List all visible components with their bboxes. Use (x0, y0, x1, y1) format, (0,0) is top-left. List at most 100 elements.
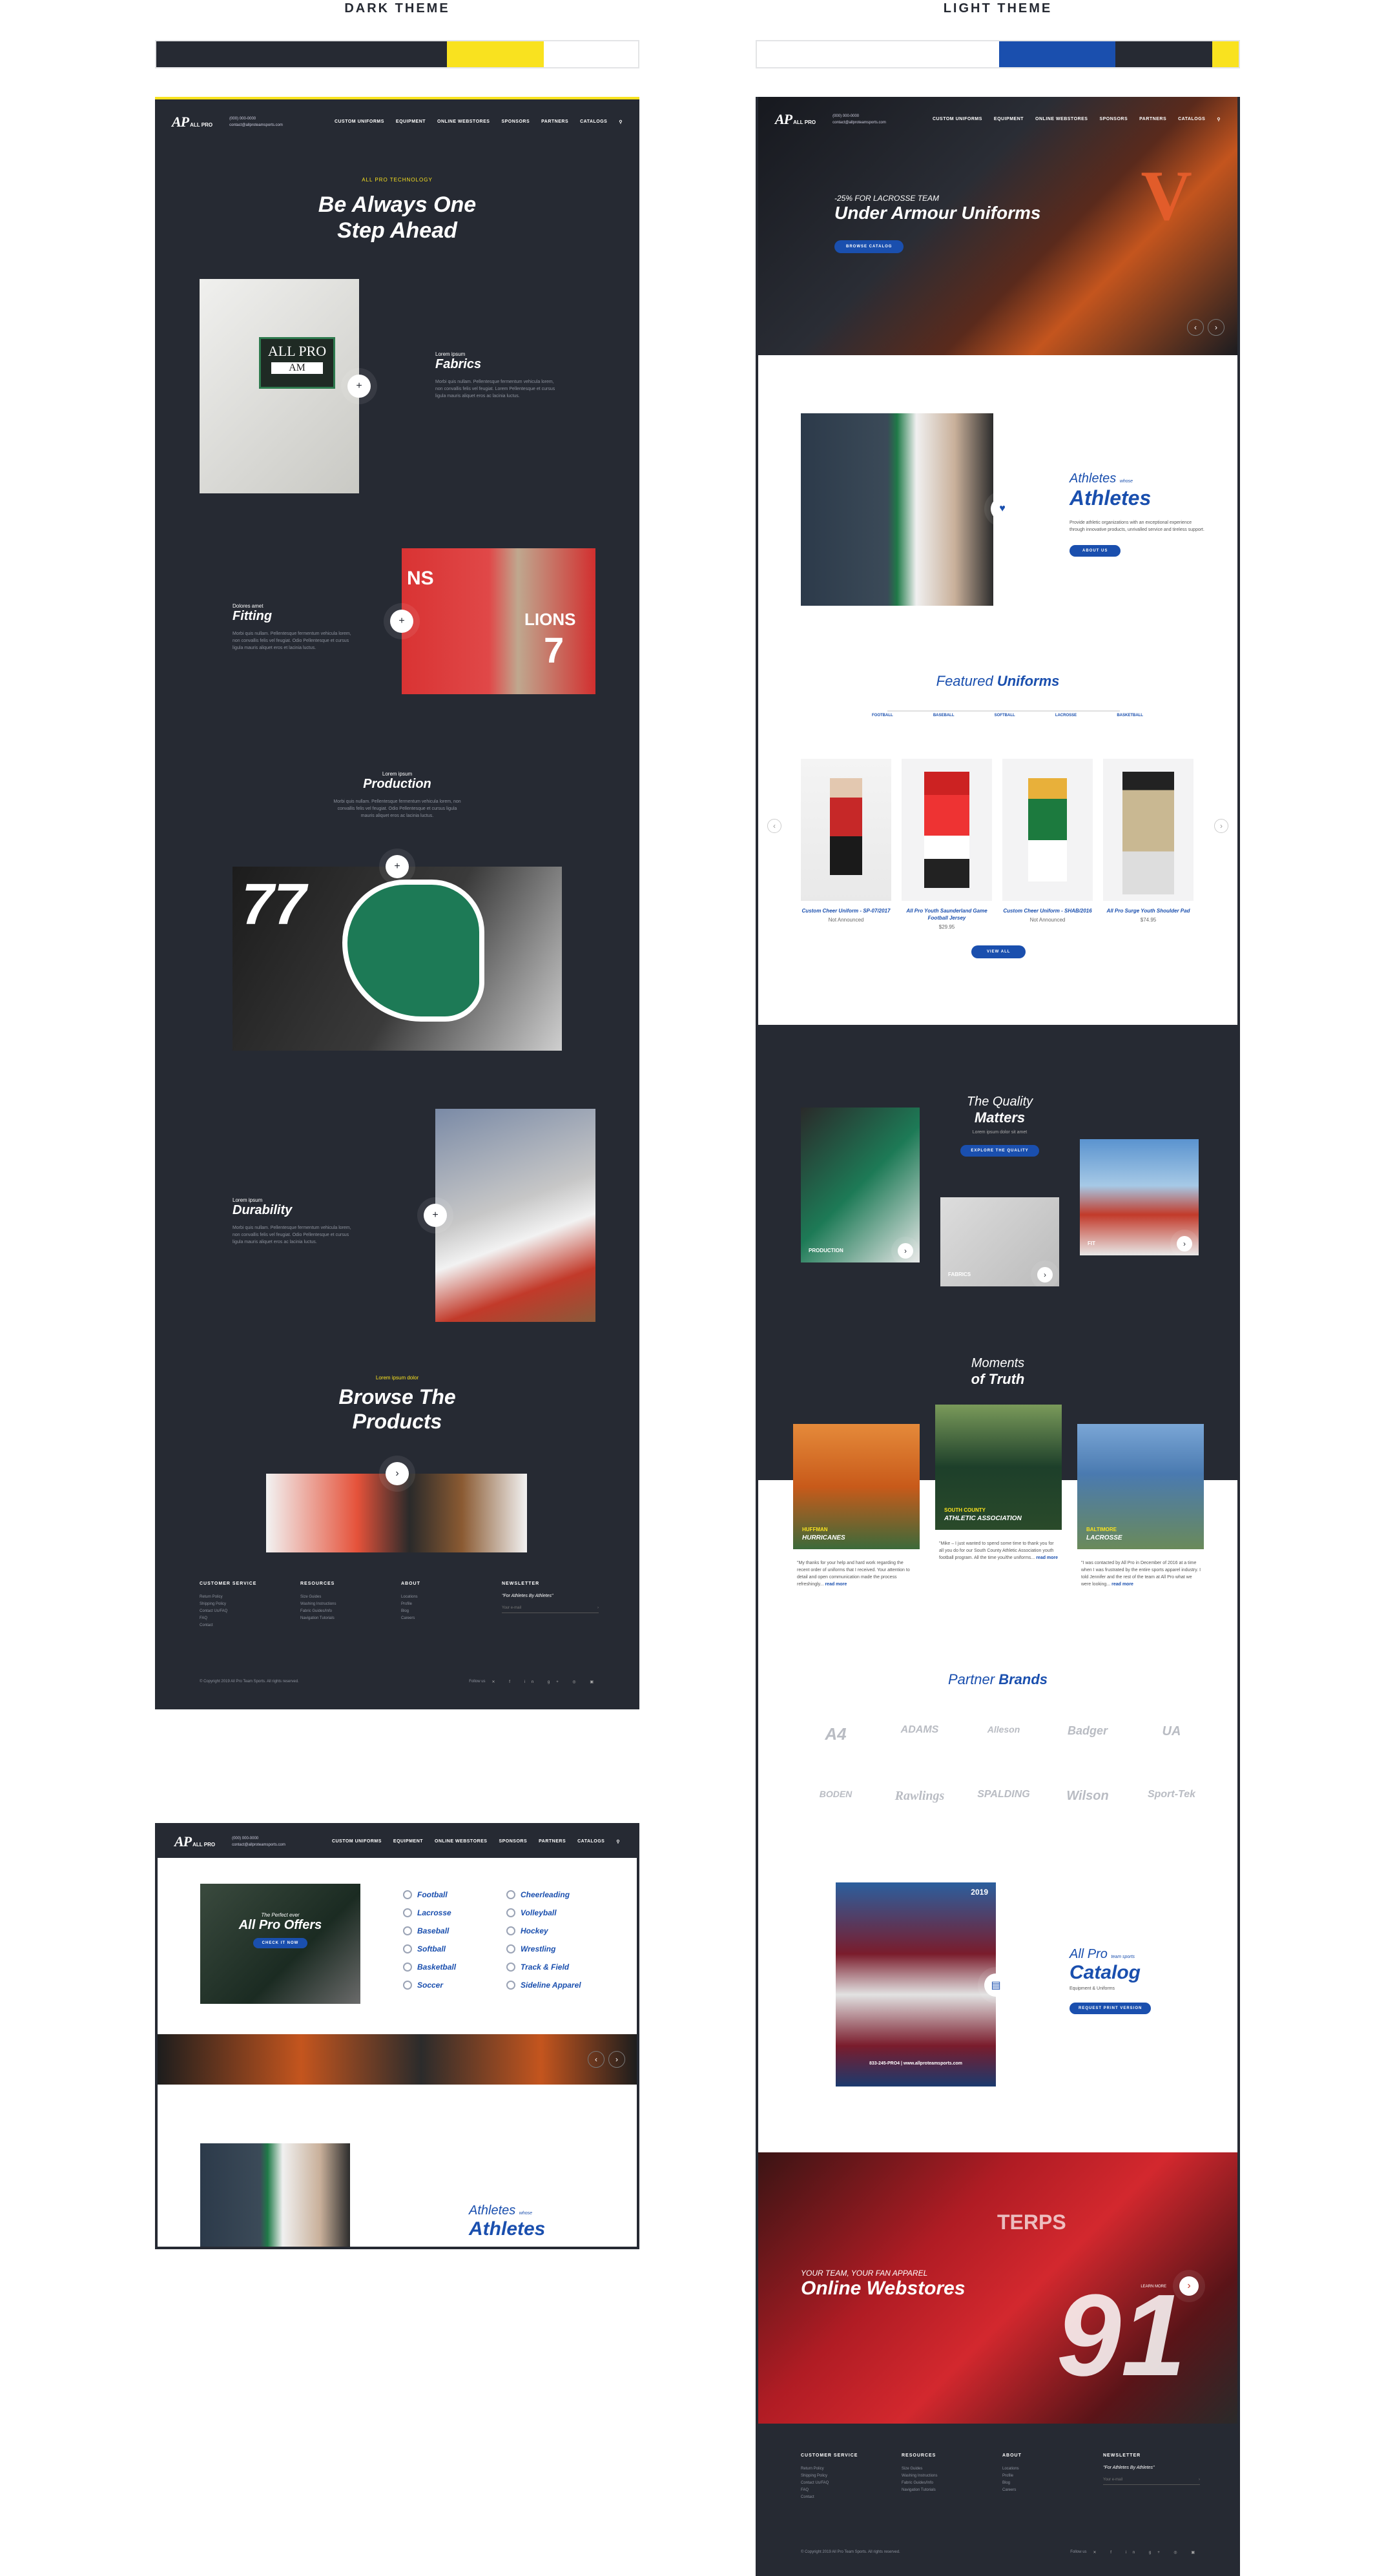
nav-item[interactable]: ONLINE WEBSTORES (437, 119, 490, 125)
fit-card[interactable]: FIT › (1080, 1139, 1199, 1255)
slider-prev-button[interactable]: ‹ (588, 2051, 604, 2068)
nav-item[interactable]: EQUIPMENT (393, 1839, 423, 1844)
production-card[interactable]: PRODUCTION › (801, 1108, 920, 1262)
tab-basketball[interactable]: BASKETBALL (1117, 714, 1143, 717)
arrow-right-icon[interactable]: › (1179, 2276, 1199, 2296)
brand-logo[interactable]: UA (1120, 1724, 1223, 1739)
fabrics-text: Lorem ipsum Fabrics Morbi quis nullam. P… (435, 351, 555, 398)
top-nav: AP ALL PRO (000) 000-0000 contact@allprote… (155, 99, 639, 145)
social-icons[interactable]: ✕ f in g+ ◎ ▣ (1093, 2550, 1201, 2555)
book-icon[interactable]: ▤ (984, 1973, 1008, 1997)
search-icon[interactable]: ⚲ (619, 119, 623, 125)
arrow-right-icon: › (597, 1606, 599, 1610)
arrow-right-icon[interactable]: › (1177, 1236, 1192, 1252)
product-card[interactable]: All Pro Youth Saunderland Game Football … (902, 759, 992, 930)
sport-icon (506, 1908, 515, 1917)
arrow-right-icon[interactable]: › (386, 1462, 409, 1485)
nav-item[interactable]: CUSTOM UNIFORMS (332, 1839, 382, 1844)
arrow-right-icon[interactable]: › (1037, 1267, 1053, 1283)
view-all-button[interactable]: VIEW ALL (971, 945, 1026, 958)
category-item[interactable]: Basketball (403, 1963, 506, 1972)
slider-next-button[interactable]: › (608, 2051, 625, 2068)
category-item[interactable]: Hockey (506, 1926, 610, 1935)
plus-icon[interactable]: + (386, 855, 409, 878)
sport-icon (506, 1963, 515, 1972)
about-us-button[interactable]: ABOUT US (1070, 545, 1121, 557)
nav-item[interactable]: ONLINE WEBSTORES (435, 1839, 487, 1844)
arrow-right-icon: › (1199, 2478, 1200, 2482)
search-icon[interactable]: ⚲ (1217, 117, 1221, 122)
social-icons[interactable]: ✕ f in g+ ◎ ▣ (492, 1680, 600, 1684)
footer: CUSTOMER SERVICE Return Policy Shipping Po… (758, 2424, 1237, 2576)
slider-prev-button[interactable]: ‹ (1187, 319, 1204, 336)
v-logo-icon: V (1141, 156, 1192, 235)
sport-icon (506, 1981, 515, 1990)
category-item[interactable]: Wrestling (506, 1944, 610, 1953)
carousel-prev-button[interactable]: ‹ (767, 819, 781, 833)
sport-icon (403, 1926, 412, 1935)
nav-item[interactable]: PARTNERS (539, 1839, 566, 1844)
carousel-next-button[interactable]: › (1214, 819, 1228, 833)
request-print-button[interactable]: REQUEST PRINT VERSION (1070, 2003, 1152, 2014)
hero-text: -25% FOR LACROSSE TEAM Under Armour Unif… (834, 194, 1040, 253)
site-logo[interactable]: AP ALL PRO (174, 1833, 215, 1850)
search-icon[interactable]: ⚲ (616, 1839, 620, 1844)
quality-heading: The Quality Matters Lorem ipsum dolor si… (940, 1095, 1059, 1157)
nav-item[interactable]: PARTNERS (541, 119, 568, 125)
nav-item[interactable]: SPONSORS (499, 1839, 527, 1844)
category-item[interactable]: Sideline Apparel (506, 1981, 610, 1990)
category-item[interactable]: Cheerleading (506, 1890, 610, 1899)
tab-softball[interactable]: SOFTBALL (995, 714, 1015, 717)
tab-lacrosse[interactable]: LACROSSE (1055, 714, 1077, 717)
category-item[interactable]: Football (403, 1890, 506, 1899)
category-item[interactable]: Baseball (403, 1926, 506, 1935)
site-logo[interactable]: AP ALL PRO (172, 114, 212, 130)
category-item[interactable]: Soccer (403, 1981, 506, 1990)
offer-banner[interactable]: The Perfect ever All Pro Offers CHECK IT… (200, 1884, 360, 2004)
tab-football[interactable]: FOOTBALL (872, 714, 893, 717)
browse-catalog-button[interactable]: BROWSE CATALOG (834, 240, 904, 253)
product-card[interactable]: All Pro Surge Youth Shoulder Pad $74.95 (1103, 759, 1194, 923)
nav-item[interactable]: CUSTOM UNIFORMS (933, 117, 982, 122)
nav-item[interactable]: EQUIPMENT (994, 117, 1024, 122)
fabrics-card[interactable]: FABRICS › (940, 1197, 1059, 1286)
catalog-cover: 2019 833-245-PRO4 | www.allproteamsports… (836, 1882, 996, 2087)
nav-item[interactable]: CATALOGS (580, 119, 607, 125)
mega-menu-preview: AP ALL PRO (000) 000-0000 contact@allprote… (155, 1823, 639, 2249)
arrow-right-icon[interactable]: › (898, 1243, 913, 1259)
site-logo[interactable]: AP ALL PRO (775, 111, 816, 128)
sport-icon (506, 1944, 515, 1953)
footer-col: CUSTOMER SERVICE Return Policy Shipping Po… (801, 2453, 858, 2499)
explore-quality-button[interactable]: EXPLORE THE QUALITY (960, 1145, 1039, 1157)
nav-item[interactable]: PARTNERS (1139, 117, 1166, 122)
slider-next-button[interactable]: › (1208, 319, 1224, 336)
nav-item[interactable]: ONLINE WEBSTORES (1035, 117, 1088, 122)
hero-slider-strip: ‹ › (158, 2034, 637, 2085)
nav-item[interactable]: CATALOGS (577, 1839, 604, 1844)
catalog-block: All Pro team sports Catalog Equipment & … (1070, 1947, 1205, 2014)
plus-icon[interactable]: + (347, 375, 371, 398)
brand-logo[interactable]: Sport-Tek (1120, 1789, 1223, 1800)
sport-tabs: FOOTBALL BASEBALL SOFTBALL LACROSSE BASK… (872, 714, 1143, 717)
product-card[interactable]: Custom Cheer Uniform - SP-07/2017 Not Ann… (801, 759, 891, 923)
newsletter-email-input[interactable]: Your e-mail › (502, 1606, 599, 1613)
category-item[interactable]: Volleyball (506, 1908, 610, 1917)
nav-item[interactable]: CUSTOM UNIFORMS (335, 119, 384, 125)
category-item[interactable]: Track & Field (506, 1963, 610, 1972)
category-item[interactable]: Lacrosse (403, 1908, 506, 1917)
check-offer-button[interactable]: CHECK IT NOW (253, 1938, 308, 1948)
nav-item[interactable]: SPONSORS (501, 119, 530, 125)
swatch-dark (156, 41, 447, 67)
sport-icon (403, 1908, 412, 1917)
sport-icon (403, 1981, 412, 1990)
tab-baseball[interactable]: BASEBALL (933, 714, 955, 717)
product-card[interactable]: Custom Cheer Uniform - SHAB/2016 Not Anno… (1002, 759, 1093, 923)
newsletter-email-input[interactable]: Your e-mail › (1103, 2478, 1200, 2485)
plus-icon[interactable]: + (424, 1204, 447, 1227)
plus-icon[interactable]: + (390, 610, 413, 633)
nav-item[interactable]: CATALOGS (1178, 117, 1205, 122)
nav-item[interactable]: SPONSORS (1099, 117, 1128, 122)
nav-item[interactable]: EQUIPMENT (396, 119, 426, 125)
heart-icon[interactable]: ♥ (991, 497, 1014, 520)
category-item[interactable]: Softball (403, 1944, 506, 1953)
